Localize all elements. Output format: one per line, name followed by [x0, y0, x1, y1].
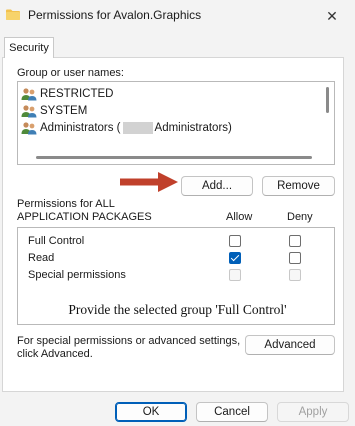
- full-control-allow-checkbox[interactable]: [229, 235, 241, 247]
- full-control-deny-checkbox[interactable]: [289, 235, 301, 247]
- users-icon: [21, 88, 37, 101]
- group-list[interactable]: RESTRICTED SYSTEM Administrators ( Admin…: [17, 81, 335, 165]
- close-button[interactable]: ✕: [309, 0, 355, 32]
- cancel-button[interactable]: Cancel: [196, 402, 268, 422]
- list-item-label: RESTRICTED: [40, 88, 114, 100]
- special-allow-checkbox: [229, 269, 241, 281]
- read-deny-checkbox[interactable]: [289, 252, 301, 264]
- apply-button: Apply: [277, 402, 349, 422]
- list-item-label: SYSTEM: [40, 105, 88, 117]
- users-icon: [21, 122, 37, 135]
- list-item-label-prefix: Administrators (: [40, 122, 121, 134]
- redacted-text: [122, 122, 153, 134]
- perm-special-label: Special permissions: [28, 269, 126, 281]
- list-item-administrators[interactable]: Administrators ( Administrators): [21, 120, 232, 136]
- folder-icon: [6, 9, 20, 20]
- advanced-button[interactable]: Advanced: [245, 335, 335, 355]
- advanced-text-line2: click Advanced.: [17, 348, 93, 360]
- ok-button[interactable]: OK: [115, 402, 187, 422]
- advanced-text-line1: For special permissions or advanced sett…: [17, 335, 241, 347]
- permissions-label-line1: Permissions for ALL: [17, 198, 115, 210]
- deny-column-header: Deny: [287, 211, 313, 223]
- window-title: Permissions for Avalon.Graphics: [28, 8, 202, 22]
- instruction-text: Provide the selected group 'Full Control…: [68, 302, 287, 317]
- tab-security[interactable]: Security: [4, 37, 54, 58]
- group-names-label: Group or user names:: [17, 67, 124, 79]
- allow-column-header: Allow: [226, 211, 253, 223]
- permissions-label-line2: APPLICATION PACKAGES: [17, 211, 152, 223]
- list-item-system[interactable]: SYSTEM: [21, 103, 87, 119]
- read-allow-checkbox[interactable]: [229, 252, 241, 264]
- list-item-label-suffix: Administrators): [154, 122, 232, 134]
- horizontal-scrollbar[interactable]: [36, 156, 312, 159]
- arrow-icon: [120, 172, 178, 192]
- perm-read-label: Read: [28, 252, 55, 264]
- special-deny-checkbox: [289, 269, 301, 281]
- users-icon: [21, 105, 37, 118]
- perm-full-control-label: Full Control: [28, 235, 85, 247]
- close-icon: ✕: [326, 7, 338, 24]
- add-button[interactable]: Add...: [181, 176, 253, 196]
- title-bar: Permissions for Avalon.Graphics ✕: [0, 0, 355, 32]
- list-item-restricted[interactable]: RESTRICTED: [21, 86, 113, 102]
- vertical-scrollbar[interactable]: [326, 87, 329, 113]
- remove-button[interactable]: Remove: [262, 176, 335, 196]
